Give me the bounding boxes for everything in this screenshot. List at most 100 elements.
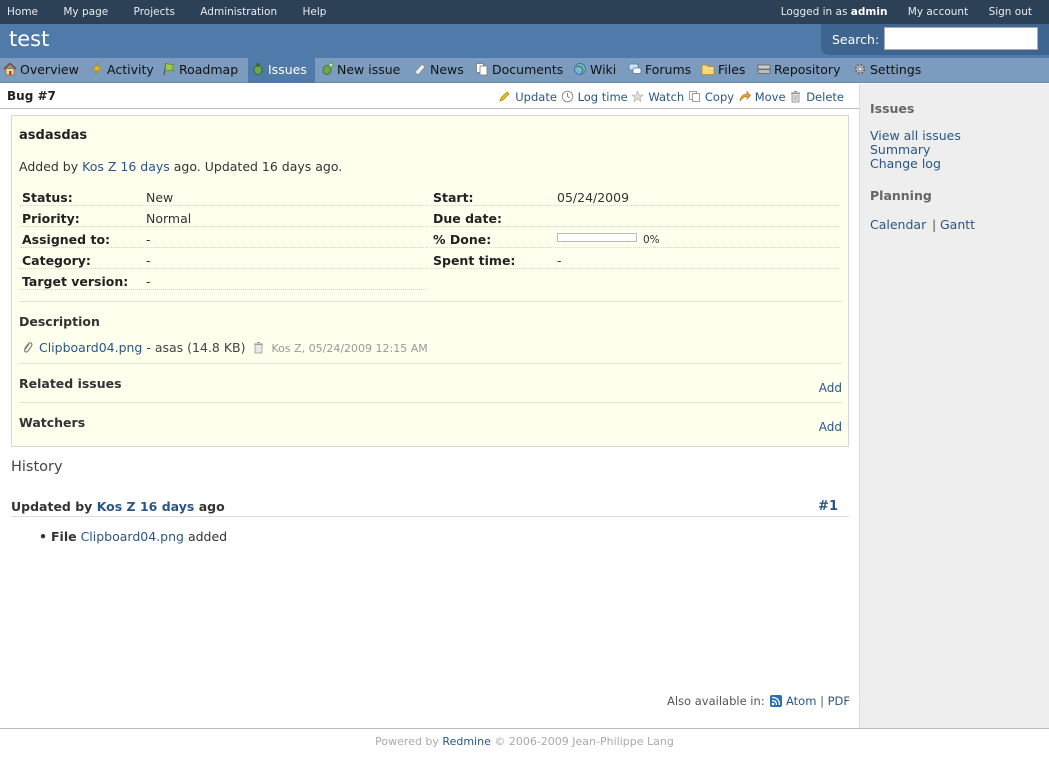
tab-issues[interactable]: Issues (248, 58, 315, 83)
tab-news-label: News (430, 62, 464, 77)
log-time-button[interactable]: Log time (561, 90, 628, 104)
tab-activity-label: Activity (107, 62, 154, 77)
add-related-issue-link[interactable]: Add (819, 381, 842, 395)
sidebar-change-log[interactable]: Change log (870, 156, 941, 171)
tab-overview[interactable]: Overview (3, 58, 86, 83)
forums-icon (628, 62, 642, 76)
sign-out-link[interactable]: Sign out (989, 6, 1032, 18)
tab-activity[interactable]: Activity (90, 58, 157, 83)
add-watcher-link[interactable]: Add (819, 420, 842, 434)
top-menu-help[interactable]: Help (302, 6, 326, 18)
sidebar-gantt[interactable]: Gantt (940, 217, 975, 232)
target-version-value: - (146, 274, 151, 289)
watch-button[interactable]: Watch (631, 90, 684, 104)
move-arrow-icon (738, 90, 751, 103)
tab-new-issue[interactable]: New issue (320, 58, 408, 83)
sidebar-view-all-issues[interactable]: View all issues (870, 128, 961, 143)
top-menu-home[interactable]: Home (7, 6, 38, 18)
done-label: % Done: (433, 232, 492, 247)
row-divider (431, 247, 840, 248)
wiki-icon (573, 62, 587, 76)
redmine-link[interactable]: Redmine (442, 735, 490, 748)
row-divider (431, 268, 840, 269)
sidebar-summary[interactable]: Summary (870, 142, 930, 157)
related-divider (19, 402, 842, 403)
attachment-link[interactable]: Clipboard04.png (39, 340, 142, 355)
other-formats: Also available in: Atom | PDF (667, 694, 850, 708)
feed-icon (770, 695, 783, 707)
category-label: Category: (22, 253, 91, 268)
author-prefix: Added by (19, 159, 79, 174)
done-value: 0% (643, 234, 660, 246)
journal-author-link[interactable]: Kos Z (97, 499, 136, 514)
footer: Powered by Redmine © 2006-2009 Jean-Phil… (0, 728, 1049, 766)
done-progress-bar (557, 233, 637, 242)
copy-icon (688, 90, 701, 103)
update-button[interactable]: Update (498, 90, 557, 104)
atom-link[interactable]: Atom (786, 694, 816, 708)
tab-settings[interactable]: Settings (853, 58, 931, 83)
sidebar-planning-title: Planning (870, 188, 932, 203)
row-divider (20, 226, 428, 227)
copyright: © 2006-2009 Jean-Philippe Lang (494, 735, 674, 748)
journal-detail: • File Clipboard04.png added (39, 529, 227, 544)
trash-icon (789, 90, 802, 103)
bug-icon (251, 62, 265, 76)
top-menu-my-page[interactable]: My page (63, 6, 108, 18)
header: test Search: (0, 24, 1049, 58)
bullet: • (39, 529, 47, 544)
paperclip-icon (21, 341, 35, 354)
attachment-meta: Kos Z, 05/24/2009 12:15 AM (271, 342, 428, 355)
search-label: Search: (832, 32, 880, 47)
attachment-delete-icon[interactable] (252, 341, 265, 354)
delete-label: Delete (806, 90, 844, 104)
tab-repository[interactable]: Repository (757, 58, 849, 83)
logged-in-prefix: Logged in as (780, 6, 848, 18)
pencil-icon (498, 90, 511, 103)
tab-forums[interactable]: Forums (628, 58, 696, 83)
move-button[interactable]: Move (738, 90, 786, 104)
tab-files-label: Files (718, 62, 746, 77)
powered-by-label: Powered by (375, 735, 439, 748)
top-menu-projects[interactable]: Projects (134, 6, 175, 18)
update-label: Update (515, 90, 557, 104)
sidebar-calendar[interactable]: Calendar (870, 217, 926, 232)
journal-ago-link[interactable]: 16 days (140, 499, 194, 514)
search-input[interactable] (884, 27, 1038, 50)
issue-actions: Update Log time Watch Copy Move Delete (498, 90, 844, 104)
created-ago-link[interactable]: 16 days (120, 159, 169, 174)
tab-documents[interactable]: Documents (475, 58, 567, 83)
tab-settings-label: Settings (870, 62, 922, 77)
author-link[interactable]: Kos Z (82, 159, 116, 174)
new-issue-icon (320, 62, 334, 76)
journal-number-link[interactable]: #1 (818, 499, 838, 514)
row-divider (431, 226, 840, 227)
journal-suffix: ago (198, 499, 225, 514)
quick-search: Search: (821, 24, 1049, 55)
row-divider (20, 247, 428, 248)
row-divider (20, 268, 428, 269)
pdf-link[interactable]: PDF (828, 694, 850, 708)
issue-subject: asdasdas (19, 128, 88, 143)
other-formats-label: Also available in: (667, 694, 765, 708)
tab-wiki[interactable]: Wiki (573, 58, 623, 83)
tab-repository-label: Repository (774, 62, 841, 77)
delete-button[interactable]: Delete (789, 90, 844, 104)
tab-roadmap[interactable]: Roadmap (162, 58, 244, 83)
issue-heading: Bug #7 (7, 89, 56, 103)
my-account-link[interactable]: My account (908, 6, 968, 18)
documents-icon (475, 62, 489, 76)
copy-label: Copy (704, 90, 735, 104)
tab-news[interactable]: News (413, 58, 470, 83)
copy-button[interactable]: Copy (688, 90, 734, 104)
top-menu-administration[interactable]: Administration (200, 6, 277, 18)
journal-detail-label: File (51, 529, 77, 544)
clock-icon (561, 90, 574, 103)
tab-files[interactable]: Files (701, 58, 753, 83)
journal-file-link[interactable]: Clipboard04.png (81, 529, 184, 544)
journal-divider (11, 516, 849, 517)
logged-in-user[interactable]: admin (851, 6, 888, 18)
row-divider (20, 289, 428, 290)
journal-prefix: Updated by (11, 499, 93, 514)
tab-roadmap-label: Roadmap (179, 62, 239, 77)
